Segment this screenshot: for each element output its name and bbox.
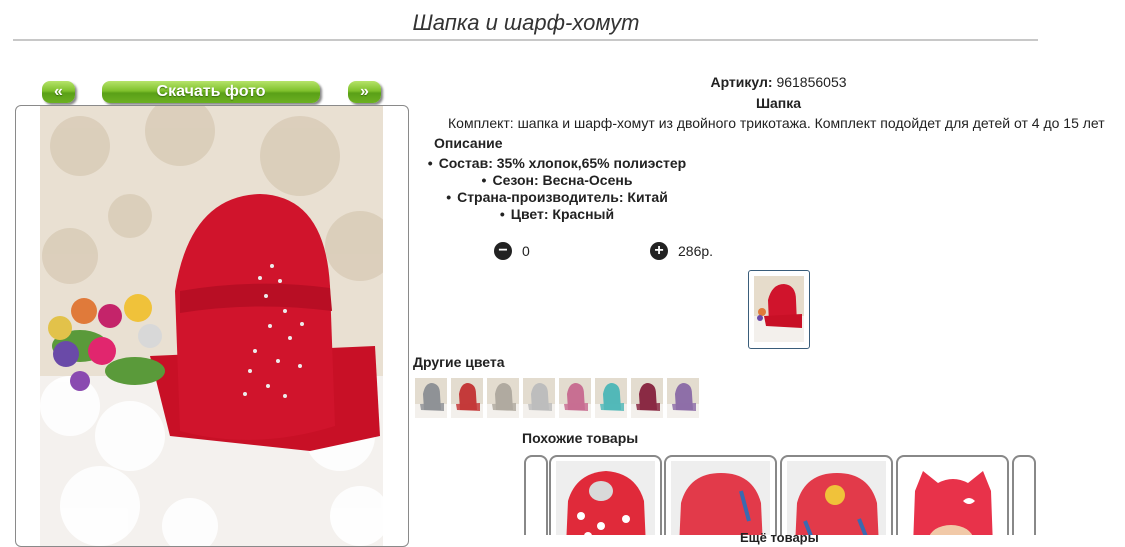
color-swatch-image — [667, 378, 699, 418]
page-title: Шапка и шарф-хомут — [412, 10, 640, 35]
next-photo-button[interactable]: » — [348, 81, 381, 103]
minus-circle-icon[interactable]: − — [494, 242, 512, 260]
similar-product-card[interactable] — [549, 455, 662, 535]
similar-product-card[interactable] — [896, 455, 1009, 535]
sku-label: Артикул: — [710, 74, 773, 90]
color-swatch[interactable] — [415, 378, 447, 418]
carousel-prev-button[interactable] — [524, 455, 548, 535]
color-swatch[interactable] — [559, 378, 591, 418]
similar-product-image — [787, 461, 886, 535]
color-swatch-image — [415, 378, 447, 418]
sku-line: Артикул: 961856053 — [412, 74, 1125, 90]
spec-composition: Состав: 35% хлопок,65% полиэстер — [412, 155, 702, 172]
plus-circle-icon[interactable]: + — [650, 242, 668, 260]
similar-product-image — [903, 461, 1002, 535]
similar-product-image — [671, 461, 770, 535]
other-colors-heading: Другие цвета — [413, 354, 505, 370]
color-swatch[interactable] — [631, 378, 663, 418]
quantity-control: − 0 — [494, 242, 530, 260]
color-swatch-image — [631, 378, 663, 418]
spec-season: Сезон: Весна-Осень — [412, 172, 702, 189]
color-swatch-list — [415, 378, 699, 418]
color-swatch[interactable] — [523, 378, 555, 418]
color-swatch[interactable] — [595, 378, 627, 418]
color-swatch-image — [487, 378, 519, 418]
product-description: Комплект: шапка и шарф-хомут из двойного… — [448, 115, 1105, 131]
product-name: Шапка — [755, 95, 802, 111]
similar-product-image — [556, 461, 655, 535]
photo-thumbnail[interactable] — [748, 270, 810, 349]
color-swatch-image — [451, 378, 483, 418]
description-heading: Описание — [434, 135, 503, 151]
similar-products-heading: Похожие товары — [522, 430, 639, 446]
title-divider — [13, 39, 1038, 41]
download-photo-button[interactable]: Скачать фото — [102, 81, 320, 103]
carousel-next-button[interactable] — [1012, 455, 1036, 535]
spec-country: Страна-производитель: Китай — [412, 189, 702, 206]
color-swatch[interactable] — [487, 378, 519, 418]
similar-products-carousel — [524, 455, 1036, 535]
spec-color: Цвет: Красный — [412, 206, 702, 223]
quantity-value: 0 — [522, 243, 530, 259]
thumbnail-image — [754, 276, 804, 342]
color-swatch-image — [523, 378, 555, 418]
sku-value: 961856053 — [776, 74, 847, 90]
similar-product-card[interactable] — [664, 455, 777, 535]
similar-product-card[interactable] — [780, 455, 893, 535]
spec-list: Состав: 35% хлопок,65% полиэстер Сезон: … — [412, 155, 702, 223]
color-swatch-image — [595, 378, 627, 418]
main-product-photo[interactable] — [40, 106, 383, 546]
color-swatch-image — [559, 378, 591, 418]
color-swatch[interactable] — [451, 378, 483, 418]
main-photo-frame — [15, 105, 409, 547]
color-swatch[interactable] — [667, 378, 699, 418]
price: 286р. — [678, 243, 714, 259]
prev-photo-button[interactable]: « — [42, 81, 75, 103]
add-to-cart-control: + 286р. — [650, 242, 713, 260]
